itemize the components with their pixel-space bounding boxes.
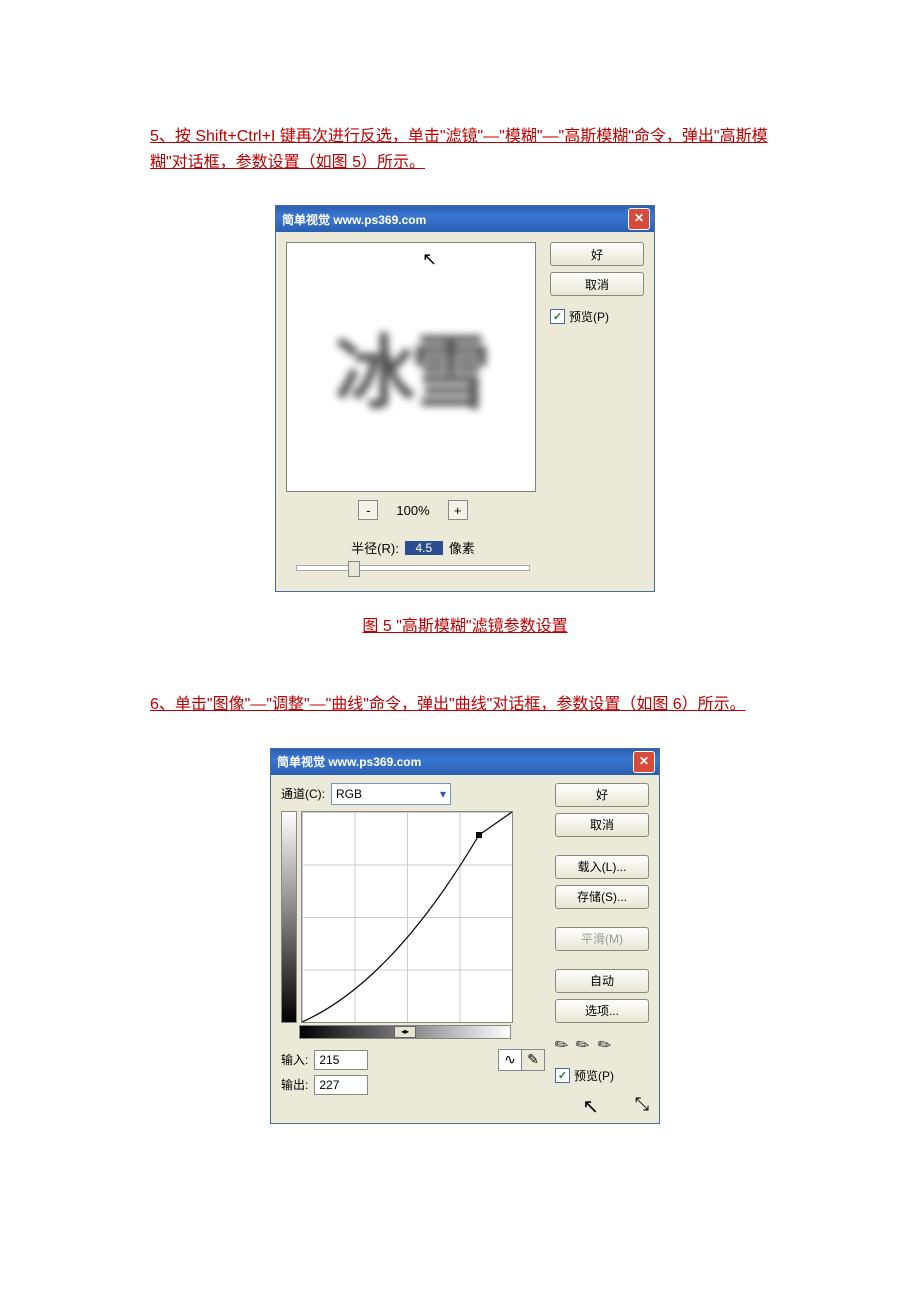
zoom-percent: 100%: [396, 503, 429, 518]
zoom-out-button[interactable]: -: [358, 500, 378, 520]
curve-path: [302, 812, 512, 1022]
expand-icon[interactable]: ⤡: [555, 1094, 649, 1115]
cancel-button[interactable]: 取消: [550, 272, 644, 296]
radius-label: 半径(R):: [351, 538, 399, 557]
chevron-down-icon: ▾: [440, 787, 446, 801]
step5-text: 5、按 Shift+Ctrl+I 键再次进行反选，单击"滤镜"—"模糊"—"高斯…: [150, 124, 780, 175]
load-button[interactable]: 载入(L)...: [555, 855, 649, 879]
smooth-button: 平滑(M): [555, 927, 649, 951]
ok-button[interactable]: 好: [555, 783, 649, 807]
output-value[interactable]: 227: [314, 1075, 368, 1095]
preview-checkbox-row[interactable]: ✓ 预览(P): [550, 308, 644, 325]
curve-point-icon: [476, 832, 482, 838]
cancel-button[interactable]: 取消: [555, 813, 649, 837]
preview-checkbox-label: 预览(P): [574, 1067, 614, 1084]
curves-dialog: 简单视觉 www.ps369.com ✕ 通道(C): RGB ▾: [270, 748, 660, 1124]
curve-grid[interactable]: [301, 811, 513, 1023]
curve-tool-toggle[interactable]: ∿ ✎: [498, 1049, 545, 1071]
figure5-caption: 图 5 "高斯模糊"滤镜参数设置: [150, 612, 780, 636]
channel-value: RGB: [336, 787, 362, 801]
input-label: 输入:: [281, 1051, 308, 1068]
save-button[interactable]: 存储(S)...: [555, 885, 649, 909]
channel-select[interactable]: RGB ▾: [331, 783, 451, 805]
slider-thumb[interactable]: [348, 561, 360, 577]
options-button[interactable]: 选项...: [555, 999, 649, 1023]
curve-mode-icon[interactable]: ∿: [499, 1050, 522, 1070]
titlebar-text: 简单视觉 www.ps369.com: [277, 753, 421, 770]
output-label: 输出:: [281, 1076, 308, 1093]
preview-checkbox-label: 预览(P): [569, 308, 609, 325]
pencil-mode-icon[interactable]: ✎: [522, 1050, 544, 1070]
horizontal-gradient[interactable]: ◂▸: [299, 1025, 511, 1039]
dialog-titlebar[interactable]: 简单视觉 www.ps369.com ✕: [271, 749, 659, 775]
channel-label: 通道(C):: [281, 785, 325, 802]
vertical-gradient: [281, 811, 297, 1023]
preview-box[interactable]: ↖ 冰雪: [286, 242, 536, 492]
dialog-titlebar[interactable]: 简单视觉 www.ps369.com ✕: [276, 206, 654, 232]
eyedropper-white-icon[interactable]: ✎: [593, 1033, 615, 1057]
auto-button[interactable]: 自动: [555, 969, 649, 993]
pixel-label: 像素: [449, 538, 475, 557]
preview-checkbox-row[interactable]: ✓ 预览(P): [555, 1067, 649, 1084]
eyedropper-gray-icon[interactable]: ✎: [572, 1033, 594, 1057]
gaussian-blur-dialog: 简单视觉 www.ps369.com ✕ ↖ 冰雪 - 100% +: [275, 205, 655, 592]
input-value[interactable]: 215: [314, 1050, 368, 1070]
step6-text: 6、单击"图像"—"调整"—"曲线"命令，弹出"曲线"对话框，参数设置（如图 6…: [150, 692, 780, 718]
preview-sample-text: 冰雪: [335, 309, 487, 425]
radius-slider[interactable]: [296, 565, 530, 571]
eyedropper-black-icon[interactable]: ✎: [550, 1033, 572, 1057]
checkbox-icon[interactable]: ✓: [550, 309, 565, 324]
close-icon[interactable]: ✕: [628, 208, 650, 230]
titlebar-text: 简单视觉 www.ps369.com: [282, 211, 426, 228]
close-icon[interactable]: ✕: [633, 751, 655, 773]
zoom-in-button[interactable]: +: [448, 500, 468, 520]
gradient-handle[interactable]: ◂▸: [394, 1026, 416, 1038]
cursor-icon: ↖: [582, 1094, 599, 1119]
radius-input[interactable]: 4.5: [405, 541, 443, 555]
cursor-icon: ↖: [422, 249, 437, 270]
checkbox-icon[interactable]: ✓: [555, 1068, 570, 1083]
ok-button[interactable]: 好: [550, 242, 644, 266]
